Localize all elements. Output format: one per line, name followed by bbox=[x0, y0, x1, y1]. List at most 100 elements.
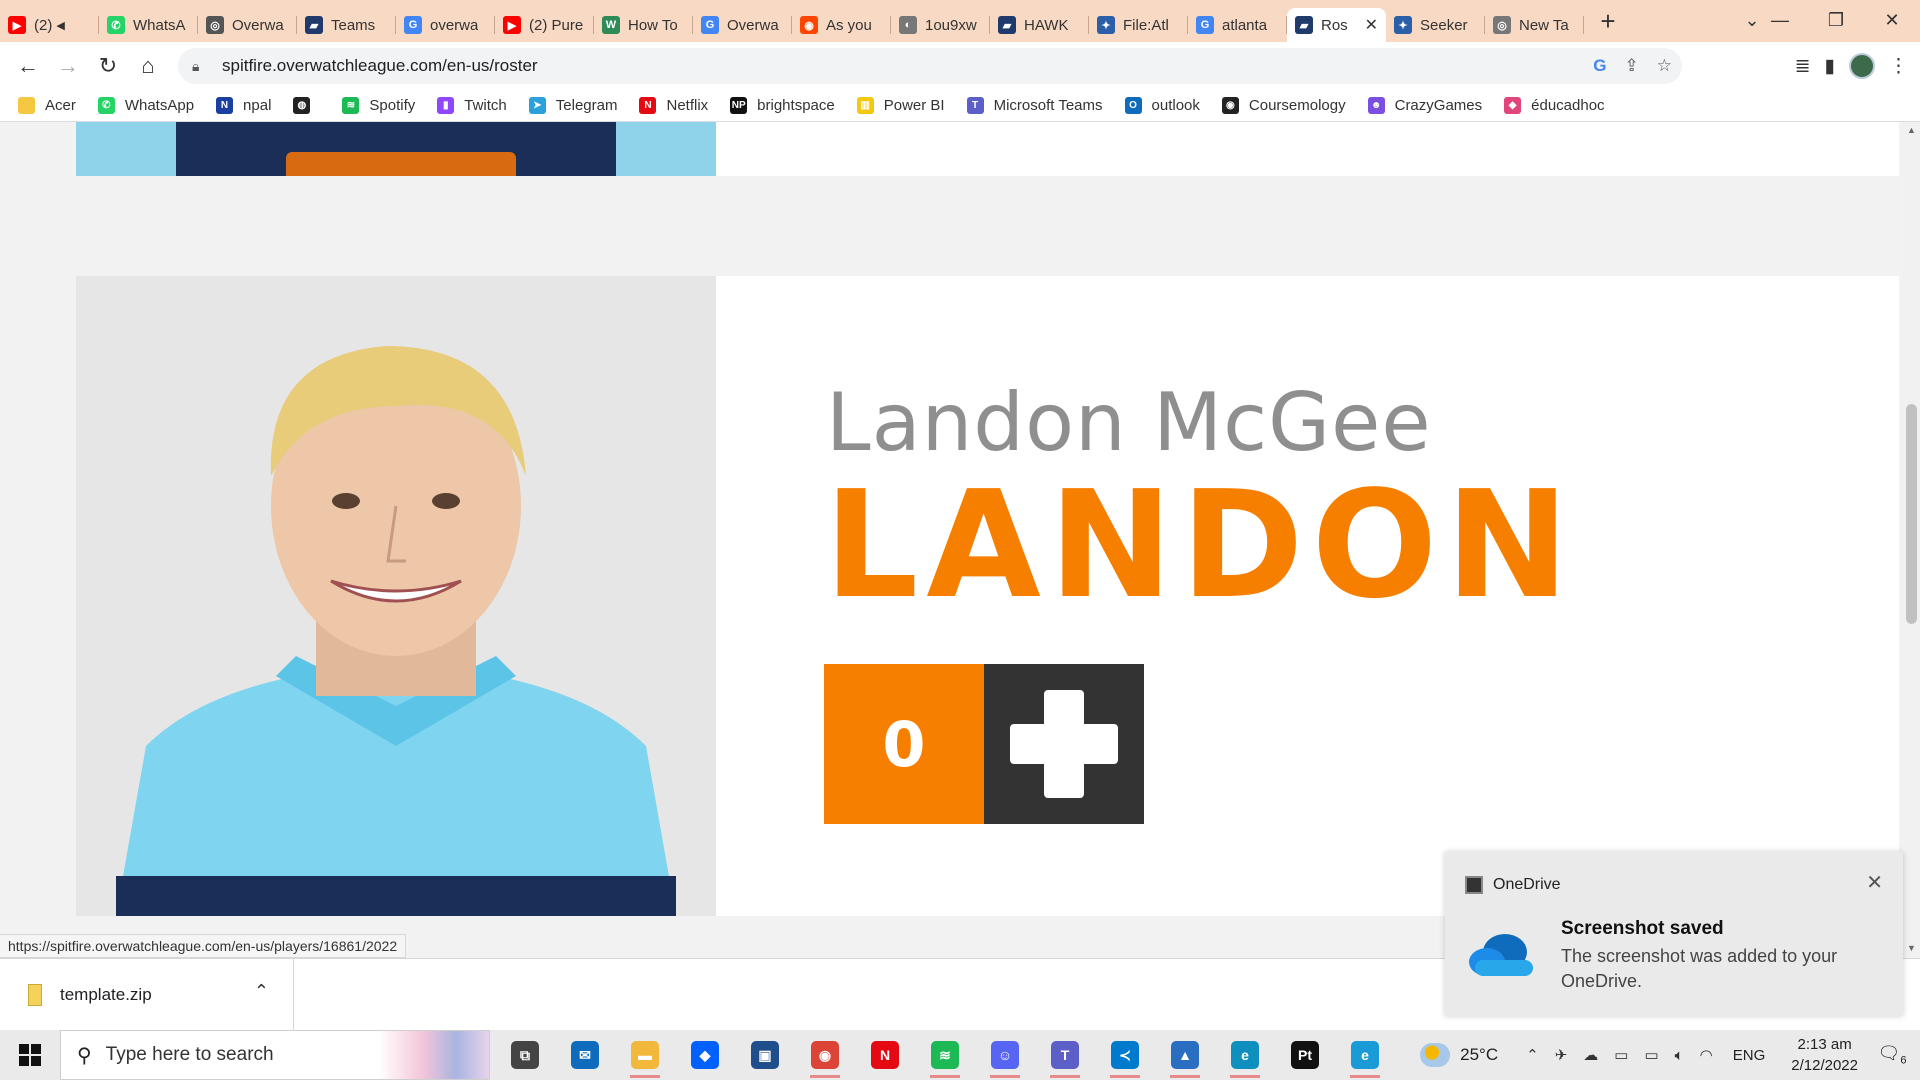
download-file-name[interactable]: template.zip bbox=[60, 985, 152, 1005]
bookmark-item[interactable]: Ooutlook bbox=[1124, 97, 1200, 114]
taskbar-app-edge[interactable]: e bbox=[1220, 1030, 1270, 1080]
close-window-button[interactable]: ✕ bbox=[1864, 0, 1920, 40]
share-icon[interactable]: ⇪ bbox=[1625, 56, 1639, 76]
browser-tab[interactable]: Gatlanta bbox=[1188, 8, 1287, 42]
bookmark-item[interactable]: ✆ WhatsApp bbox=[97, 97, 194, 114]
player-card[interactable]: Landon McGee LANDON 0 bbox=[716, 276, 1899, 916]
input-language[interactable]: ENG bbox=[1733, 1047, 1766, 1064]
taskbar-app-spotify[interactable]: ≋ bbox=[920, 1030, 970, 1080]
netflix-icon: N bbox=[639, 97, 657, 114]
vscode-icon: ≺ bbox=[1111, 1041, 1139, 1069]
forward-button[interactable]: → bbox=[48, 46, 88, 86]
browser-tab[interactable]: ◐ 1ou9xw bbox=[891, 8, 990, 42]
menu-kebab-icon[interactable]: ⋮ bbox=[1889, 55, 1908, 78]
browser-tab[interactable]: ◎ New Ta bbox=[1485, 8, 1584, 42]
address-bar[interactable]: 🔒︎ spitfire.overwatchleague.com/en-us/ro… bbox=[178, 48, 1682, 84]
bookmark-item[interactable]: ▥ Power BI bbox=[856, 97, 945, 114]
scrollbar-thumb[interactable] bbox=[1906, 404, 1917, 624]
search-placeholder[interactable]: Type here to search bbox=[106, 1044, 274, 1066]
taskbar-app-edge-dev[interactable]: e bbox=[1340, 1030, 1390, 1080]
network-error-icon[interactable]: ✈ bbox=[1555, 1046, 1568, 1064]
minimize-button[interactable]: — bbox=[1752, 0, 1808, 40]
educadhoc-icon: ◆ bbox=[1504, 97, 1522, 114]
reading-list-icon[interactable]: ≣ bbox=[1795, 55, 1811, 78]
bookmark-item[interactable]: ≋ Spotify bbox=[342, 97, 415, 114]
browser-tab[interactable]: ▶ ◀ (2) bbox=[0, 8, 99, 42]
bookmark-item[interactable]: ◆ éducadhoc bbox=[1504, 97, 1605, 114]
taskbar-app-photos[interactable]: ▲ bbox=[1160, 1030, 1210, 1080]
bookmark-item[interactable]: ◍ bbox=[293, 97, 320, 114]
tab-title: As you bbox=[826, 16, 872, 34]
back-button[interactable]: ← bbox=[8, 46, 48, 86]
weather-widget[interactable]: 25°C bbox=[1420, 1043, 1498, 1067]
browser-tab[interactable]: ✦ File:Atl bbox=[1089, 8, 1188, 42]
wifi-icon[interactable]: ◠ bbox=[1700, 1046, 1713, 1064]
browser-tab[interactable]: ▰ Teams bbox=[297, 8, 396, 42]
bookmark-item[interactable]: T Microsoft Teams bbox=[966, 97, 1103, 114]
browser-tab[interactable]: ◎ Overwa bbox=[198, 8, 297, 42]
player-photo[interactable] bbox=[76, 276, 716, 916]
bookmark-item[interactable]: Acer bbox=[18, 97, 76, 114]
bookmark-label: Spotify bbox=[369, 97, 416, 114]
meet-now-icon[interactable]: ▭ bbox=[1614, 1046, 1628, 1064]
onedrive-icon[interactable]: ☁ bbox=[1583, 1046, 1598, 1064]
onedrive-notification[interactable]: OneDrive ✕ Screenshot saved The screensh… bbox=[1445, 852, 1903, 1016]
browser-tab[interactable]: ✆ WhatsA bbox=[99, 8, 198, 42]
browser-tab[interactable]: G Overwa bbox=[693, 8, 792, 42]
profile-avatar[interactable] bbox=[1849, 53, 1875, 79]
weather-icon bbox=[1420, 1043, 1451, 1067]
page-scrollbar[interactable]: ▲ ▼ bbox=[1903, 122, 1920, 957]
taskbar-app-vscode[interactable]: ≺ bbox=[1100, 1030, 1150, 1080]
battery-icon[interactable]: ▭ bbox=[1644, 1046, 1658, 1064]
browser-tab[interactable]: ▶ (2) Pure bbox=[495, 8, 594, 42]
bookmark-item[interactable]: NP brightspace bbox=[730, 97, 835, 114]
muted-icon[interactable]: ◀ bbox=[56, 19, 64, 32]
taskbar-app-file-explorer[interactable]: ▬ bbox=[620, 1030, 670, 1080]
scroll-down-icon[interactable]: ▼ bbox=[1903, 940, 1920, 957]
browser-tab[interactable]: ✦ Seeker bbox=[1386, 8, 1485, 42]
bookmark-item[interactable]: N Netflix bbox=[639, 97, 708, 114]
bookmark-item[interactable]: ☻ CrazyGames bbox=[1367, 97, 1482, 114]
url-text[interactable]: spitfire.overwatchleague.com/en-us/roste… bbox=[222, 56, 538, 76]
previous-player-card[interactable] bbox=[716, 122, 1899, 176]
bookmark-star-icon[interactable]: ☆ bbox=[1657, 56, 1672, 76]
browser-tab[interactable]: ◉ As you bbox=[792, 8, 891, 42]
download-item[interactable]: template.zip ⌃ bbox=[0, 959, 294, 1030]
bookmark-item[interactable]: ▮ Twitch bbox=[437, 97, 507, 114]
bookmark-item[interactable]: ➤ Telegram bbox=[528, 97, 617, 114]
new-tab-button[interactable]: + bbox=[1588, 4, 1628, 38]
notification-center-icon[interactable]: 🗨︎6 bbox=[1872, 1043, 1912, 1067]
browser-tab[interactable]: ▰ HAWK bbox=[990, 8, 1089, 42]
previous-player-photo[interactable] bbox=[76, 122, 716, 176]
bookmark-item[interactable]: Nnpal bbox=[216, 97, 271, 114]
reload-button[interactable]: ↻ bbox=[88, 46, 128, 86]
browser-tab[interactable]: W How To bbox=[594, 8, 693, 42]
taskbar-app-pycharm[interactable]: Pt bbox=[1280, 1030, 1330, 1080]
browser-tab[interactable]: ▰ Ros ✕ bbox=[1287, 8, 1386, 42]
taskbar-app-chrome[interactable]: ◉ bbox=[800, 1030, 850, 1080]
maximize-button[interactable]: ❐ bbox=[1808, 0, 1864, 40]
google-lens-icon[interactable]: G bbox=[1593, 56, 1606, 76]
volume-icon[interactable]: 🔈︎ bbox=[1675, 1047, 1684, 1064]
start-button[interactable] bbox=[0, 1030, 60, 1080]
taskbar-app-netflix[interactable]: N bbox=[860, 1030, 910, 1080]
taskbar-app-mail[interactable]: ✉ bbox=[560, 1030, 610, 1080]
taskbar-app-teams[interactable]: T bbox=[1040, 1030, 1090, 1080]
system-clock[interactable]: 2:13 am 2/12/2022 bbox=[1791, 1034, 1858, 1076]
chevron-up-icon[interactable]: ⌃ bbox=[1526, 1046, 1539, 1064]
side-panel-icon[interactable]: ▮ bbox=[1825, 55, 1835, 78]
taskbar-app-discord[interactable]: ☺ bbox=[980, 1030, 1030, 1080]
scroll-up-icon[interactable]: ▲ bbox=[1903, 122, 1920, 139]
taskbar-search[interactable]: ⚲ Type here to search bbox=[60, 1030, 490, 1080]
browser-tab[interactable]: Goverwa bbox=[396, 8, 495, 42]
home-button[interactable]: ⌂ bbox=[128, 46, 168, 86]
bookmark-item[interactable]: ◉ Coursemology bbox=[1221, 97, 1346, 114]
taskbar-app-visual-studio[interactable]: ▣ bbox=[740, 1030, 790, 1080]
chevron-up-icon[interactable]: ⌃ bbox=[254, 981, 269, 1002]
tab-title: WhatsA bbox=[133, 16, 186, 34]
close-icon[interactable]: ✕ bbox=[1866, 870, 1883, 895]
taskbar-app-dropbox[interactable]: ◆ bbox=[680, 1030, 730, 1080]
close-tab-icon[interactable]: ✕ bbox=[1365, 15, 1378, 35]
spotify-icon: ≋ bbox=[931, 1041, 959, 1069]
taskbar-app-task-view[interactable]: ⧉ bbox=[500, 1030, 550, 1080]
